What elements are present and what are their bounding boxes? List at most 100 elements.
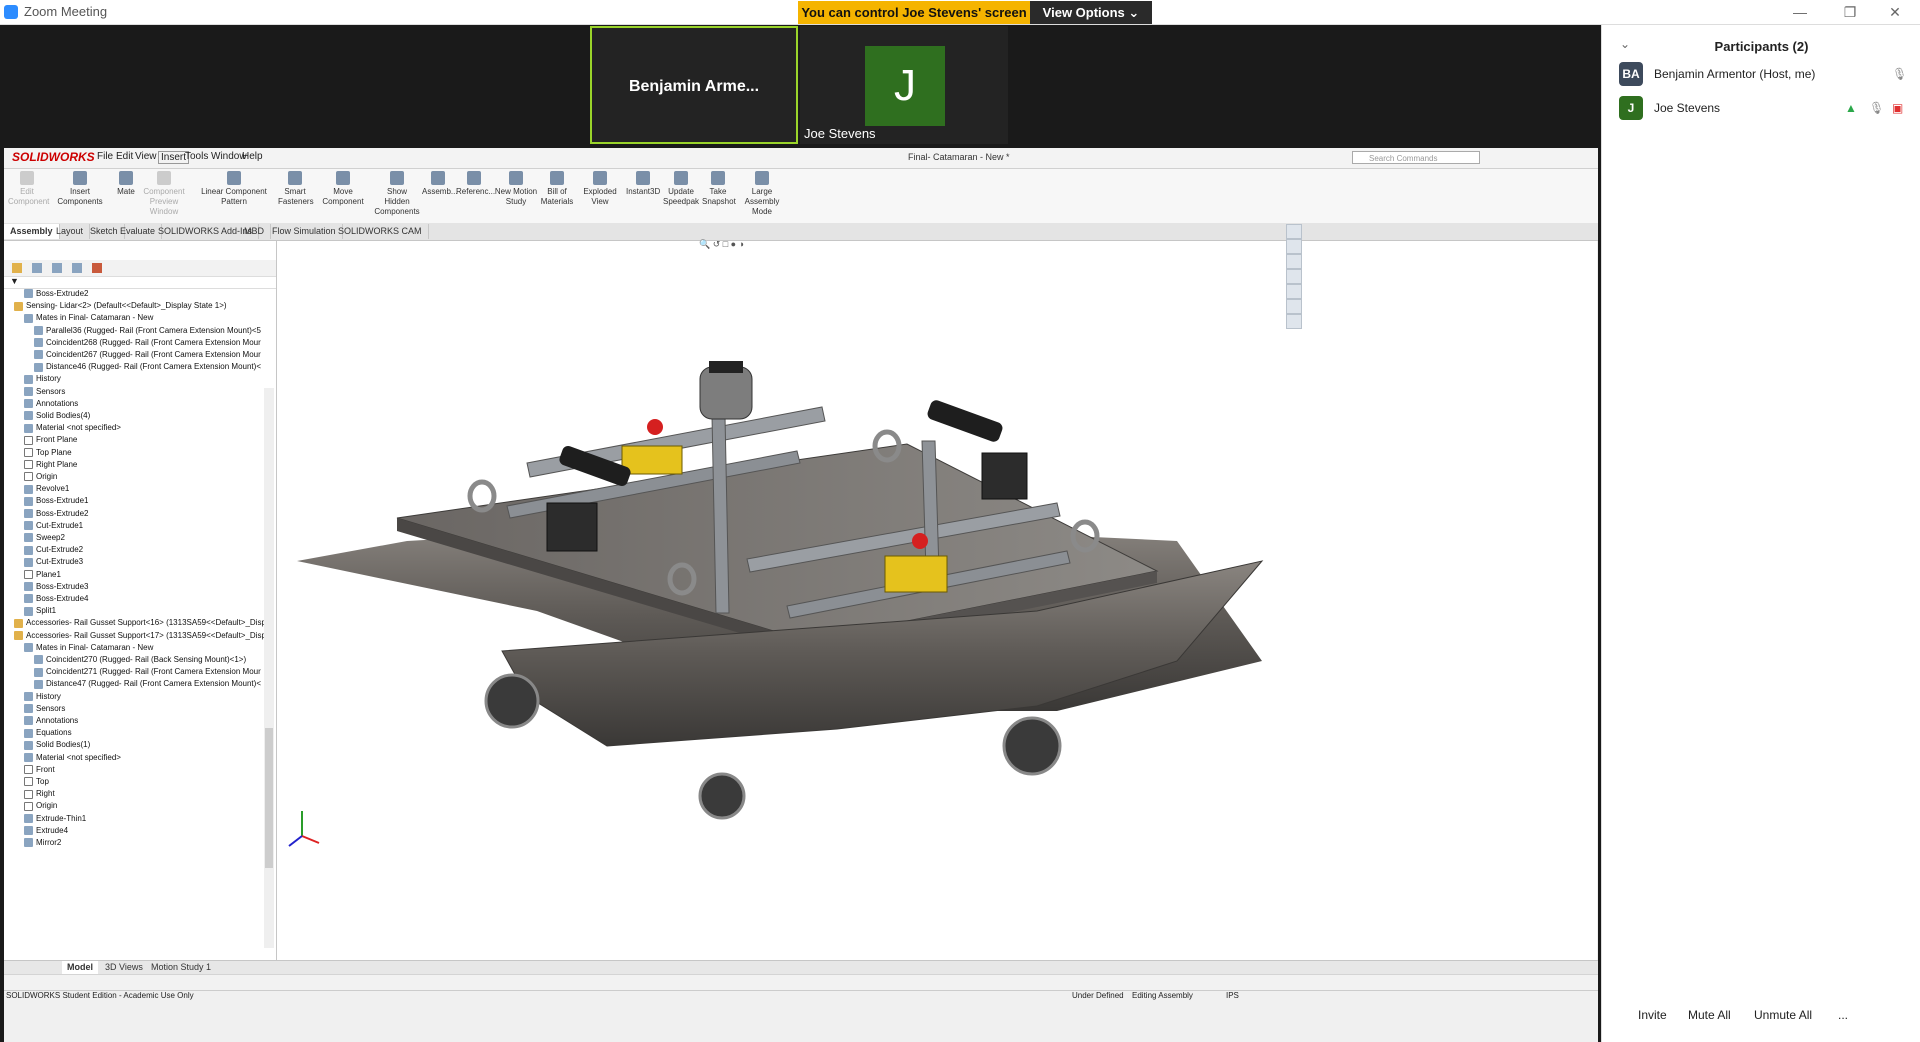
- video-off-icon[interactable]: ▣: [1892, 101, 1903, 115]
- tree-item[interactable]: Annotations: [24, 398, 78, 410]
- restore-icon[interactable]: ❐: [1830, 2, 1870, 22]
- tree-item[interactable]: Boss-Extrude3: [24, 581, 88, 593]
- tree-item[interactable]: Distance46 (Rugged- Rail (Front Camera E…: [34, 361, 261, 373]
- tree-item[interactable]: Front Plane: [24, 434, 77, 446]
- tree-item[interactable]: Solid Bodies(4): [24, 410, 90, 422]
- tree-item[interactable]: Mates in Final- Catamaran - New: [24, 312, 153, 324]
- tree-item[interactable]: Extrude-Thin1: [24, 813, 86, 825]
- reference-geometry-button[interactable]: Referenc...: [456, 171, 495, 197]
- tree-item[interactable]: Coincident270 (Rugged- Rail (Back Sensin…: [34, 654, 246, 666]
- bill-of-materials-button[interactable]: Bill of Materials: [540, 171, 574, 207]
- graphics-viewport[interactable]: [277, 241, 1597, 961]
- instant3d-button[interactable]: Instant3D: [626, 171, 660, 197]
- status-units[interactable]: IPS: [1226, 991, 1239, 1001]
- exploded-view-button[interactable]: Exploded View: [576, 171, 624, 207]
- menu-file[interactable]: File: [97, 151, 113, 162]
- participant-row[interactable]: BA Benjamin Armentor (Host, me) 🎙: [1602, 58, 1920, 90]
- move-component-button[interactable]: Move Component: [314, 171, 372, 207]
- heads-up-view-toolbar[interactable]: 🔍 ↺ □ ● ◑: [699, 239, 744, 250]
- microphone-icon[interactable]: 🎙: [1892, 67, 1907, 81]
- tree-item[interactable]: Coincident268 (Rugged- Rail (Front Camer…: [34, 337, 261, 349]
- scroll-thumb[interactable]: [265, 728, 273, 868]
- new-motion-study-button[interactable]: New Motion Study: [494, 171, 538, 207]
- tree-item[interactable]: Boss-Extrude2: [24, 508, 88, 520]
- tree-item[interactable]: Sensors: [24, 386, 65, 398]
- appearances-icon[interactable]: [1286, 284, 1302, 299]
- search-commands-input[interactable]: Search Commands: [1352, 151, 1480, 164]
- tree-item[interactable]: Mirror2: [24, 837, 61, 849]
- tree-item[interactable]: Sensing- Lidar<2> (Default<<Default>_Dis…: [14, 300, 227, 312]
- tree-item[interactable]: Cut-Extrude1: [24, 520, 83, 532]
- tree-item[interactable]: Extrude4: [24, 825, 68, 837]
- component-preview-button[interactable]: Component Preview Window: [138, 171, 190, 217]
- menu-view[interactable]: View: [135, 151, 157, 162]
- tab-solidworks-cam[interactable]: SOLIDWORKS CAM: [332, 224, 429, 239]
- menu-tools[interactable]: Tools: [185, 151, 208, 162]
- tree-item[interactable]: Coincident267 (Rugged- Rail (Front Camer…: [34, 349, 261, 361]
- tree-item[interactable]: Plane1: [24, 569, 61, 581]
- featuremanager-icon[interactable]: [12, 263, 22, 273]
- tree-item[interactable]: Parallel36 (Rugged- Rail (Front Camera E…: [34, 325, 261, 337]
- propertymanager-icon[interactable]: [32, 263, 42, 273]
- dimxpert-icon[interactable]: [72, 263, 82, 273]
- tree-item[interactable]: Accessories- Rail Gusset Support<16> (13…: [14, 617, 264, 629]
- tree-item[interactable]: Right Plane: [24, 459, 77, 471]
- tree-item[interactable]: Equations: [24, 727, 72, 739]
- tab-model[interactable]: Model: [62, 961, 98, 974]
- tree-item[interactable]: Annotations: [24, 715, 78, 727]
- tree-item[interactable]: History: [24, 373, 61, 385]
- home-icon[interactable]: [1286, 224, 1302, 239]
- tree-item[interactable]: Material <not specified>: [24, 752, 121, 764]
- tree-item[interactable]: Material <not specified>: [24, 422, 121, 434]
- tree-item[interactable]: Origin: [24, 471, 57, 483]
- menu-edit[interactable]: Edit: [116, 151, 133, 162]
- tree-item[interactable]: Revolve1: [24, 483, 69, 495]
- linear-pattern-button[interactable]: Linear Component Pattern: [192, 171, 276, 207]
- tree-scrollbar[interactable]: [264, 388, 274, 948]
- update-speedpak-button[interactable]: Update Speedpak: [662, 171, 700, 207]
- participant-row[interactable]: J Joe Stevens ▲ 🎙 ▣: [1602, 92, 1920, 124]
- smart-fasteners-button[interactable]: Smart Fasteners: [278, 171, 314, 207]
- tree-item[interactable]: Coincident271 (Rugged- Rail (Front Camer…: [34, 666, 261, 678]
- tab-motion-study[interactable]: Motion Study 1: [146, 961, 216, 974]
- insert-components-button[interactable]: Insert Components: [48, 171, 112, 207]
- tree-item[interactable]: Top Plane: [24, 447, 72, 459]
- tree-item[interactable]: Cut-Extrude2: [24, 544, 83, 556]
- configurationmanager-icon[interactable]: [52, 263, 62, 273]
- tree-item[interactable]: Boss-Extrude2: [24, 288, 88, 300]
- show-hidden-button[interactable]: Show Hidden Components: [374, 171, 420, 217]
- tree-item[interactable]: Distance47 (Rugged- Rail (Front Camera E…: [34, 678, 261, 690]
- tree-item[interactable]: Mates in Final- Catamaran - New: [24, 642, 153, 654]
- tree-item[interactable]: Cut-Extrude3: [24, 556, 83, 568]
- tree-item[interactable]: Sensors: [24, 703, 65, 715]
- tree-item[interactable]: History: [24, 691, 61, 703]
- assembly-features-button[interactable]: Assemb...: [422, 171, 458, 197]
- solidworks-window[interactable]: SOLIDWORKS File Edit View Insert Tools W…: [4, 148, 1598, 1042]
- close-icon[interactable]: ✕: [1875, 2, 1915, 22]
- custom-properties-icon[interactable]: [1286, 299, 1302, 314]
- view-options-button[interactable]: View Options ⌄: [1030, 1, 1152, 24]
- menu-help[interactable]: Help: [242, 151, 263, 162]
- mute-all-button[interactable]: Mute All: [1678, 1003, 1741, 1027]
- mate-button[interactable]: Mate: [114, 171, 138, 197]
- tree-item[interactable]: Top: [24, 776, 49, 788]
- edit-component-button[interactable]: Edit Component: [8, 171, 49, 207]
- unmute-all-button[interactable]: Unmute All: [1744, 1003, 1823, 1027]
- tab-3d-views[interactable]: 3D Views: [100, 961, 148, 974]
- tree-item[interactable]: Sweep2: [24, 532, 65, 544]
- tree-item[interactable]: Accessories- Rail Gusset Support<17> (13…: [14, 630, 264, 642]
- display-manager-icon[interactable]: [92, 263, 102, 273]
- folder-icon[interactable]: [1286, 254, 1302, 269]
- large-assembly-mode-button[interactable]: Large Assembly Mode: [736, 171, 788, 217]
- tree-item[interactable]: Boss-Extrude4: [24, 593, 88, 605]
- tree-item[interactable]: Boss-Extrude1: [24, 495, 88, 507]
- view-palette-icon[interactable]: [1286, 269, 1302, 284]
- tree-item[interactable]: Front: [24, 764, 55, 776]
- forum-icon[interactable]: [1286, 314, 1302, 329]
- invite-button[interactable]: Invite: [1628, 1003, 1677, 1027]
- video-tile-benjamin[interactable]: Benjamin Arme...: [590, 26, 798, 144]
- catamaran-model[interactable]: [277, 241, 1597, 961]
- video-tile-joe[interactable]: J Joe Stevens: [800, 26, 1008, 144]
- resources-icon[interactable]: [1286, 239, 1302, 254]
- more-button[interactable]: ...: [1828, 1003, 1859, 1027]
